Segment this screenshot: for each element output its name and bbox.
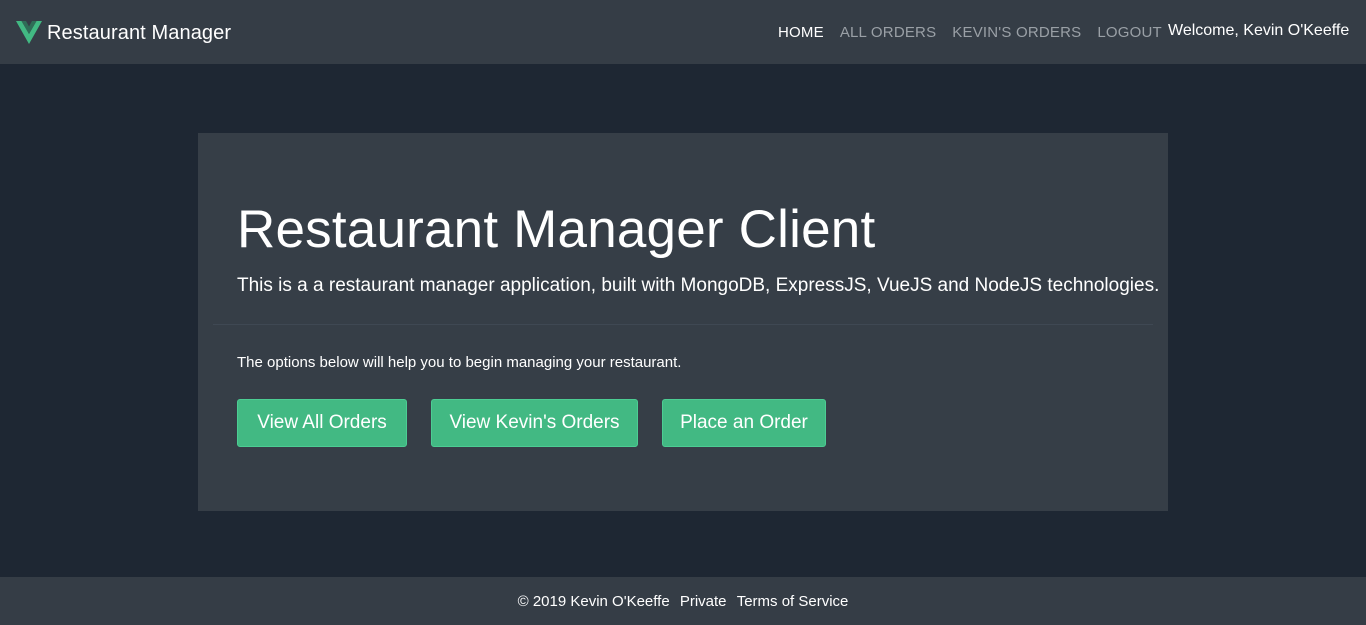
- intro-text: The options below will help you to begin…: [237, 354, 682, 371]
- lead-text: This is a a restaurant manager applicati…: [237, 275, 1160, 296]
- nav-link-kevins-orders[interactable]: KEVIN'S ORDERS: [952, 24, 1081, 41]
- nav-links: HOME ALL ORDERS KEVIN'S ORDERS LOGOUT: [778, 22, 1178, 42]
- vue-logo-icon: [16, 21, 42, 45]
- footer-link-private[interactable]: Private: [680, 593, 727, 610]
- hero-panel: Restaurant Manager Client This is a a re…: [198, 133, 1168, 511]
- top-navbar: Restaurant Manager HOME ALL ORDERS KEVIN…: [0, 0, 1366, 64]
- page-title: Restaurant Manager Client: [237, 200, 876, 259]
- view-kevins-orders-button[interactable]: View Kevin's Orders: [431, 399, 638, 447]
- welcome-message: Welcome, Kevin O'Keeffe: [1168, 22, 1350, 39]
- brand-link[interactable]: Restaurant Manager: [16, 20, 231, 46]
- brand-name: Restaurant Manager: [47, 21, 232, 44]
- footer: © 2019 Kevin O'Keeffe Private Terms of S…: [0, 577, 1366, 625]
- nav-link-home[interactable]: HOME: [778, 24, 824, 41]
- nav-link-all-orders[interactable]: ALL ORDERS: [840, 24, 936, 41]
- footer-link-terms[interactable]: Terms of Service: [737, 593, 849, 610]
- divider: [213, 324, 1153, 325]
- place-order-button[interactable]: Place an Order: [662, 399, 826, 447]
- copyright-text: © 2019 Kevin O'Keeffe: [517, 593, 670, 610]
- nav-link-logout[interactable]: LOGOUT: [1097, 24, 1162, 41]
- footer-content: © 2019 Kevin O'Keeffe Private Terms of S…: [0, 593, 1366, 610]
- view-all-orders-button[interactable]: View All Orders: [237, 399, 407, 447]
